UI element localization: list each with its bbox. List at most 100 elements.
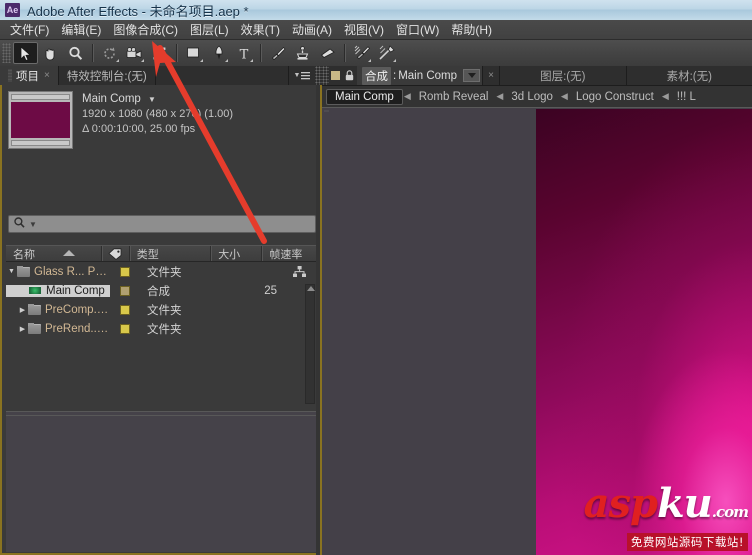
menu-effect[interactable]: 效果(T) <box>235 20 286 40</box>
tab-composition[interactable]: 合成 : Main Comp <box>357 66 484 85</box>
row-label: PreComp...IT !!! <box>45 303 110 316</box>
tab-composition-value: Main Comp <box>398 69 458 82</box>
selected-item-name: Main Comp <box>82 93 141 105</box>
panel-resize-grip[interactable] <box>315 66 322 85</box>
tool-flyout-indicator <box>200 59 203 62</box>
menu-animation[interactable]: 动画(A) <box>286 20 338 40</box>
toolbar-grip[interactable] <box>2 43 11 63</box>
row-name-cell[interactable]: Main Comp <box>6 284 110 297</box>
column-header-size[interactable]: 大小 <box>211 246 263 261</box>
viewer-top-rule <box>322 107 752 108</box>
column-header-type[interactable]: 类型 <box>130 246 212 261</box>
tab-grip-icon <box>8 69 12 82</box>
tool-flyout-indicator <box>225 59 228 62</box>
chevron-down-icon[interactable] <box>463 69 481 82</box>
row-label-color[interactable] <box>110 323 140 334</box>
menu-view[interactable]: 视图(V) <box>338 20 390 40</box>
table-row[interactable]: ▶ PreComp...IT !!! 文件夹 <box>6 300 318 319</box>
row-name-cell[interactable]: ▶ PreRend...TE !!! <box>6 322 110 335</box>
menu-edit[interactable]: 编辑(E) <box>55 20 107 40</box>
selection-tool[interactable] <box>13 42 38 64</box>
disclosure-triangle-icon[interactable]: ▶ <box>17 306 28 314</box>
table-row[interactable]: Main Comp 合成 25 <box>6 281 318 300</box>
menu-layer[interactable]: 图层(L) <box>184 20 235 40</box>
close-icon[interactable]: × <box>483 66 500 85</box>
type-tool[interactable]: T <box>231 42 256 64</box>
menu-window[interactable]: 窗口(W) <box>390 20 445 40</box>
row-size: 25 <box>264 284 277 297</box>
composition-viewer[interactable]: aspku.com 免费网站源码下载站! <box>322 107 752 555</box>
tab-composition-prefix: 合成 <box>362 66 391 85</box>
tab-layer[interactable]: 图层:(无) <box>499 66 626 85</box>
project-panel-body: Main Comp ▼ 1920 x 1080 (480 x 270) (1.0… <box>0 85 322 555</box>
row-name-cell[interactable]: ▶ PreComp...IT !!! <box>6 303 110 316</box>
search-filter-chevron-icon[interactable]: ▼ <box>29 220 37 229</box>
zoom-tool[interactable] <box>63 42 88 64</box>
panel-menu-icon[interactable]: ▼ <box>289 66 315 85</box>
sort-ascending-icon[interactable] <box>63 250 76 256</box>
watermark-brand-asp: asp <box>583 480 658 527</box>
pen-tool[interactable] <box>206 42 231 64</box>
row-type: 合成 <box>147 285 170 298</box>
table-row[interactable]: ▶ PreRend...TE !!! 文件夹 <box>6 319 318 338</box>
row-label-color[interactable] <box>110 266 140 277</box>
tab-project[interactable]: 项目 × <box>0 66 59 85</box>
column-header-framerate[interactable]: 帧速率 <box>262 246 318 261</box>
rectangle-tool[interactable] <box>181 42 206 64</box>
column-header-framerate-label: 帧速率 <box>269 248 303 261</box>
row-name-cell[interactable]: ▼ Glass R... Pack.aep <box>6 265 110 278</box>
brush-tool[interactable] <box>265 42 290 64</box>
hand-tool[interactable] <box>38 42 63 64</box>
rotation-tool[interactable] <box>97 42 122 64</box>
row-label: Glass R... Pack.aep <box>34 265 110 278</box>
scroll-up-icon[interactable] <box>307 286 315 291</box>
column-header-label-color[interactable] <box>102 246 130 261</box>
breadcrumb-item-romb-reveal[interactable]: Romb Reveal <box>412 89 496 105</box>
tabstrip-grip[interactable] <box>322 66 329 85</box>
thumbnail-top-bar <box>11 94 70 100</box>
menu-composition[interactable]: 图像合成(C) <box>107 20 184 40</box>
row-label-color[interactable] <box>110 285 140 296</box>
lock-icon[interactable] <box>342 66 357 85</box>
close-icon[interactable]: × <box>44 70 50 81</box>
toolbar-separator <box>260 44 261 62</box>
selected-item-dimensions: 1920 x 1080 (480 x 270) (1.00) <box>82 108 234 120</box>
toolbar-separator <box>344 44 345 62</box>
tool-flyout-indicator <box>368 59 371 62</box>
breadcrumb: Main Comp ◀ Romb Reveal ◀ 3d Logo ◀ Logo… <box>322 86 752 108</box>
roto-brush-tool[interactable] <box>349 42 374 64</box>
table-row[interactable]: ▼ Glass R... Pack.aep 文件夹 <box>6 262 318 281</box>
disclosure-triangle-icon[interactable]: ▼ <box>6 268 17 275</box>
chevron-down-icon[interactable]: ▼ <box>148 95 156 104</box>
tab-effect-controls[interactable]: 特效控制台:(无) <box>58 66 156 85</box>
workspace: 项目 × 特效控制台:(无) ▼ Main Comp ▼ 1920 x 1080… <box>0 66 752 555</box>
eraser-tool[interactable] <box>315 42 340 64</box>
project-panel-tabstrip: 项目 × 特效控制台:(无) ▼ <box>0 66 322 86</box>
breadcrumb-item-logo-construct[interactable]: Logo Construct <box>569 89 661 105</box>
disclosure-triangle-icon[interactable]: ▶ <box>17 325 28 333</box>
breadcrumb-arrow-icon: ◀ <box>560 91 568 101</box>
project-search[interactable]: ▼ <box>8 215 316 233</box>
puppet-pin-tool[interactable] <box>374 42 399 64</box>
breadcrumb-item-main-comp[interactable]: Main Comp <box>326 88 403 105</box>
composition-canvas[interactable]: aspku.com 免费网站源码下载站! <box>536 109 752 555</box>
column-header-size-label: 大小 <box>218 248 241 261</box>
selected-item-name-row[interactable]: Main Comp ▼ <box>82 92 233 107</box>
search-input[interactable]: ▼ <box>8 215 316 233</box>
breadcrumb-item-overflow[interactable]: !!! L <box>670 89 703 105</box>
menu-bar: 文件(F) 编辑(E) 图像合成(C) 图层(L) 效果(T) 动画(A) 视图… <box>0 20 752 40</box>
menu-file[interactable]: 文件(F) <box>4 20 55 40</box>
clone-stamp-tool[interactable] <box>290 42 315 64</box>
pan-behind-tool[interactable] <box>147 42 172 64</box>
breadcrumb-item-3d-logo[interactable]: 3d Logo <box>504 89 560 105</box>
menu-help[interactable]: 帮助(H) <box>445 20 498 40</box>
title-bar: Ae Adobe After Effects - 未命名项目.aep * <box>0 0 752 21</box>
panel-divider[interactable] <box>316 85 320 555</box>
column-header-name[interactable]: 名称 <box>6 246 103 261</box>
project-list-header: 名称 类型 大小 帧速率 <box>6 245 318 262</box>
row-label-color[interactable] <box>110 304 140 315</box>
tab-footage[interactable]: 素材:(无) <box>625 66 752 85</box>
search-icon <box>14 215 25 233</box>
project-list-scrollbar[interactable] <box>305 284 315 404</box>
camera-tool[interactable] <box>122 42 147 64</box>
